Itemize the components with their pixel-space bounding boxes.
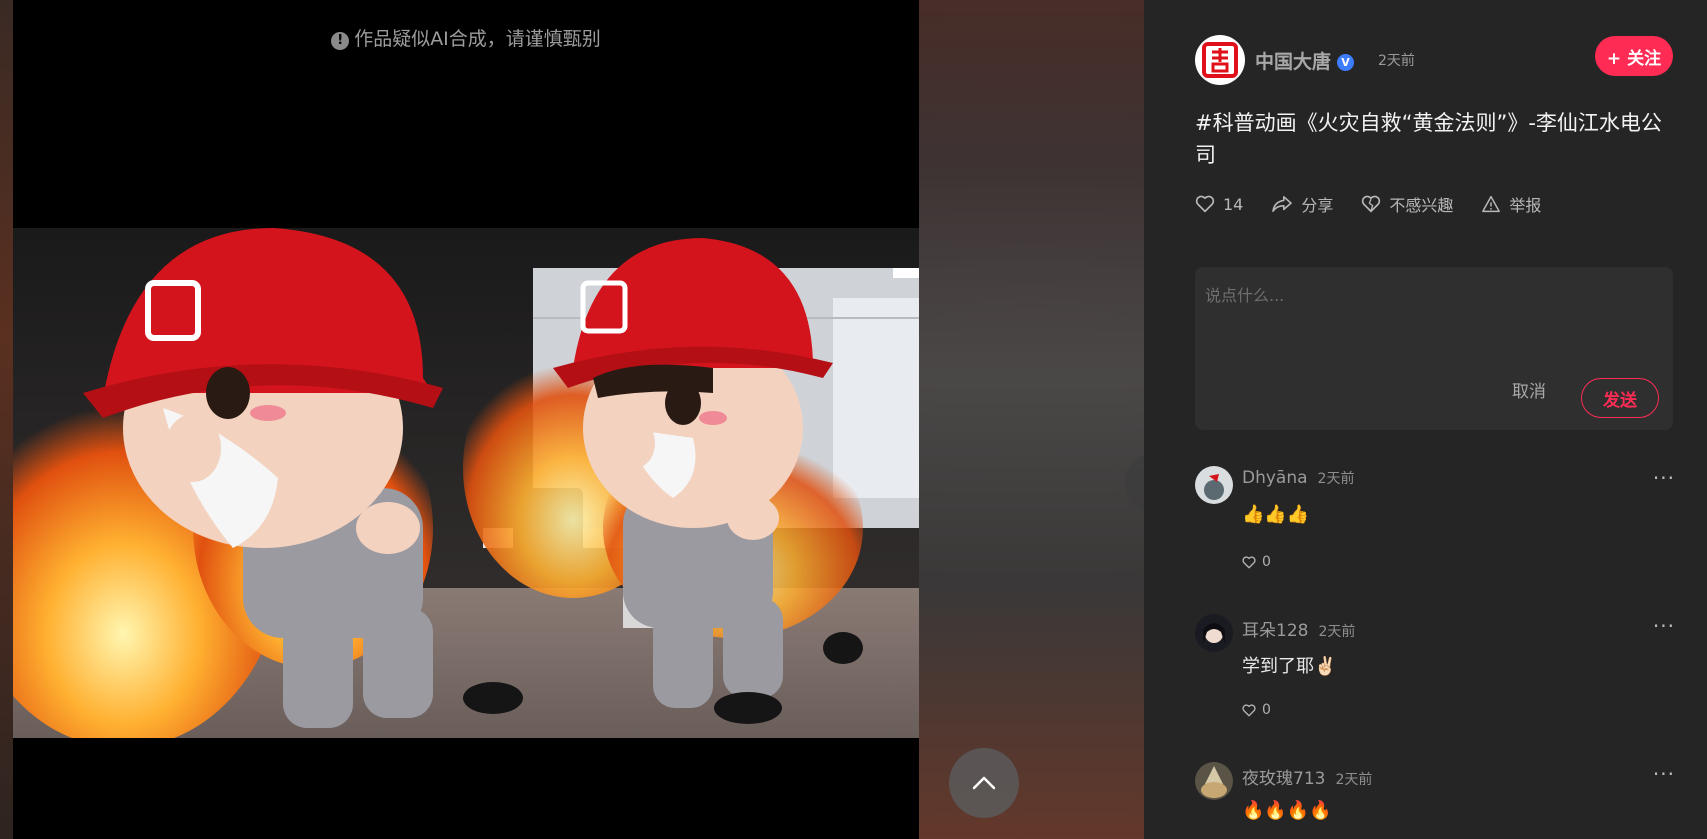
exclamation-icon: ! bbox=[331, 32, 350, 50]
blurred-background-right bbox=[919, 0, 1144, 839]
comment-username[interactable]: Dhyāna bbox=[1242, 468, 1308, 488]
verified-icon: V bbox=[1337, 53, 1355, 71]
comment-like-count: 0 bbox=[1262, 702, 1271, 718]
commenter-avatar[interactable] bbox=[1195, 614, 1233, 652]
avatar-image bbox=[1195, 466, 1233, 504]
comment-time: 2天前 bbox=[1317, 471, 1355, 487]
not-interested-button[interactable]: 不感兴趣 bbox=[1361, 192, 1453, 216]
warning-icon bbox=[1482, 195, 1501, 213]
video-player[interactable]: ! 作品疑似AI合成，请谨慎甄别 bbox=[13, 0, 919, 839]
video-still-illustration bbox=[13, 228, 919, 738]
comment-username[interactable]: 耳朵128 bbox=[1242, 621, 1308, 641]
comment-username[interactable]: 夜玫瑰713 bbox=[1242, 769, 1325, 789]
avatar-image bbox=[1195, 762, 1233, 800]
more-options-icon[interactable]: ··· bbox=[1653, 762, 1675, 786]
comment-header: Dhyāna 2天前 bbox=[1242, 468, 1354, 488]
post-title: #科普动画《火灾自救“黄金法则”》-李仙江水电公司 bbox=[1195, 111, 1662, 167]
comment-like-button[interactable]: 0 bbox=[1242, 702, 1271, 718]
detail-panel: 中国大唐 V 2天前 + 关注 #科普动画《火灾自救“黄金法则”》-李仙江水电公司… bbox=[1144, 0, 1707, 839]
author-row: 中国大唐 V 2天前 bbox=[1195, 35, 1415, 85]
share-button[interactable]: 分享 bbox=[1271, 192, 1333, 216]
post-time: 2天前 bbox=[1378, 53, 1415, 69]
datang-logo-icon bbox=[1202, 42, 1238, 78]
commenter-avatar[interactable] bbox=[1195, 466, 1233, 504]
heart-icon bbox=[1242, 555, 1256, 568]
author-name[interactable]: 中国大唐 V bbox=[1255, 47, 1355, 74]
follow-button[interactable]: + 关注 bbox=[1595, 36, 1673, 76]
avatar-image bbox=[1195, 614, 1233, 652]
scroll-up-button[interactable] bbox=[949, 748, 1019, 818]
not-interested-label: 不感兴趣 bbox=[1389, 196, 1454, 215]
comment-input[interactable]: 说点什么... bbox=[1205, 282, 1284, 306]
commenter-avatar[interactable] bbox=[1195, 762, 1233, 800]
send-button[interactable]: 发送 bbox=[1581, 378, 1659, 418]
author-avatar[interactable] bbox=[1195, 35, 1245, 85]
comment-time: 2天前 bbox=[1335, 772, 1373, 788]
ai-notice-text: 作品疑似AI合成，请谨慎甄别 bbox=[354, 28, 601, 50]
video-frame[interactable] bbox=[13, 228, 919, 738]
action-bar: 14 分享 不感兴趣 举报 bbox=[1195, 192, 1569, 216]
video-stage: ! 作品疑似AI合成，请谨慎甄别 bbox=[0, 0, 1144, 839]
comment-composer[interactable]: 说点什么... 取消 发送 bbox=[1195, 267, 1673, 430]
report-label: 举报 bbox=[1509, 196, 1542, 215]
more-options-icon[interactable]: ··· bbox=[1653, 466, 1675, 490]
share-icon bbox=[1272, 195, 1293, 213]
report-button[interactable]: 举报 bbox=[1481, 192, 1541, 216]
app-root: ! 作品疑似AI合成，请谨慎甄别 中国大唐 V 2天前 + 关注 #科普动画《火… bbox=[0, 0, 1707, 839]
comment-header: 耳朵128 2天前 bbox=[1242, 616, 1355, 641]
comment-like-count: 0 bbox=[1262, 554, 1271, 570]
heart-icon bbox=[1195, 195, 1215, 213]
heart-icon bbox=[1242, 703, 1256, 716]
more-options-icon[interactable]: ··· bbox=[1653, 614, 1675, 638]
blurred-background-left bbox=[0, 0, 13, 839]
comment-text: 学到了耶✌🏻 bbox=[1242, 656, 1337, 677]
chevron-up-icon bbox=[972, 776, 996, 790]
comment-text: 🔥🔥🔥🔥 bbox=[1242, 800, 1332, 821]
share-label: 分享 bbox=[1301, 196, 1334, 215]
comment-text: 👍👍👍 bbox=[1242, 504, 1310, 525]
author-name-text[interactable]: 中国大唐 bbox=[1255, 51, 1331, 73]
broken-heart-icon bbox=[1362, 195, 1381, 213]
cancel-button[interactable]: 取消 bbox=[1512, 377, 1546, 402]
like-button[interactable]: 14 bbox=[1195, 195, 1243, 214]
ai-notice: ! 作品疑似AI合成，请谨慎甄别 bbox=[13, 24, 919, 51]
comment-like-button[interactable]: 0 bbox=[1242, 554, 1271, 570]
comment-header: 夜玫瑰713 2天前 bbox=[1242, 764, 1372, 789]
like-count: 14 bbox=[1223, 194, 1244, 214]
comment-time: 2天前 bbox=[1318, 624, 1356, 640]
